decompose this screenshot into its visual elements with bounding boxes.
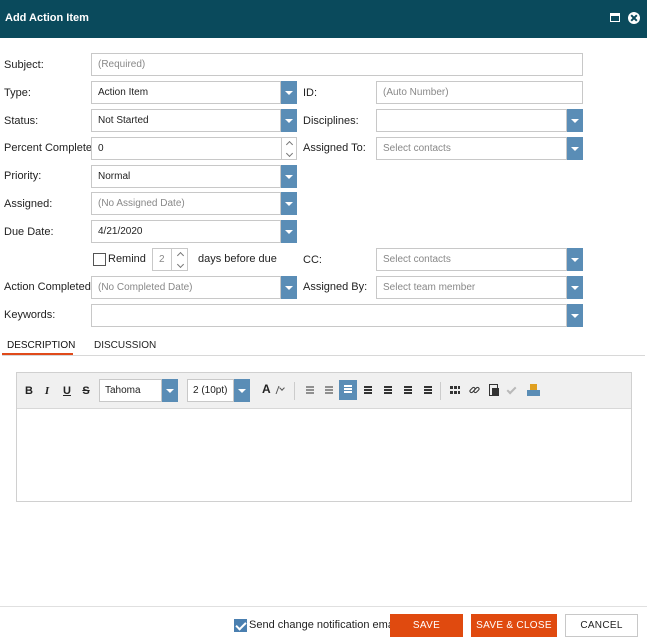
type-label: Type: [4,87,31,99]
tab-divider [2,355,645,356]
status-dropdown-button[interactable] [281,109,297,132]
italic-button[interactable]: I [40,383,54,399]
percent-complete-stepper[interactable] [281,138,296,159]
close-icon[interactable] [628,12,640,24]
outdent-icon[interactable] [421,383,435,397]
window-titlebar: Add Action Item [0,0,647,38]
save-button[interactable]: SAVE [390,614,463,637]
assigned-to-dropdown-button[interactable] [567,137,583,160]
underline-button[interactable]: U [60,383,74,399]
assigned-by-dropdown-button[interactable] [567,276,583,299]
notify-checkbox[interactable] [234,619,247,632]
toolbar-divider [294,382,295,400]
subject-label: Subject: [4,59,44,71]
action-completed-picker-button[interactable] [281,276,297,299]
editor-toolbar: B I U S Tahoma 2 (10pt) A [17,373,631,409]
action-completed-label: Action Completed: [4,281,94,293]
assigned-to-label: Assigned To: [303,142,366,154]
assigned-to-input[interactable]: Select contacts [376,137,567,160]
disciplines-dropdown-button[interactable] [567,109,583,132]
footer-divider [0,606,647,607]
type-select[interactable]: Action Item [91,81,281,104]
subject-input[interactable]: (Required) [91,53,583,76]
assigned-by-label: Assigned By: [303,281,368,293]
align-center-icon[interactable] [361,383,375,397]
disciplines-select[interactable] [376,109,567,132]
spellcheck-icon[interactable] [506,383,520,397]
remind-checkbox[interactable] [93,253,106,266]
font-family-select[interactable]: Tahoma [99,379,162,402]
priority-label: Priority: [4,170,42,182]
cc-label: CC: [303,254,322,266]
due-date-picker-button[interactable] [281,220,297,243]
table-icon[interactable] [448,383,462,397]
link-icon[interactable] [467,383,481,397]
toolbar-divider [440,382,441,400]
assigned-by-input[interactable]: Select team member [376,276,567,299]
priority-select[interactable]: Normal [91,165,281,188]
type-dropdown-button[interactable] [281,81,297,104]
assigned-date-input[interactable]: (No Assigned Date) [91,192,281,215]
tab-description[interactable]: DESCRIPTION [2,340,75,355]
keywords-label: Keywords: [4,309,56,321]
bold-button[interactable]: B [22,383,36,399]
percent-complete-label: Percent Complete: [4,142,96,154]
save-and-close-button[interactable]: SAVE & CLOSE [471,614,557,637]
id-input[interactable]: (Auto Number) [376,81,583,104]
assigned-date-picker-button[interactable] [281,192,297,215]
maximize-icon[interactable] [610,13,620,22]
priority-dropdown-button[interactable] [281,165,297,188]
percent-complete-input[interactable]: 0 [91,137,297,160]
editor-content-area[interactable] [17,409,631,501]
assigned-date-label: Assigned: [4,198,53,210]
window-title: Add Action Item [5,12,89,24]
cancel-button[interactable]: CANCEL [565,614,638,637]
bullet-list-icon[interactable] [303,383,317,397]
cc-input[interactable]: Select contacts [376,248,567,271]
keywords-input[interactable] [91,304,567,327]
align-right-icon[interactable] [381,383,395,397]
cc-dropdown-button[interactable] [567,248,583,271]
text-color-icon[interactable]: A [261,382,287,397]
id-label: ID: [303,87,318,99]
description-editor: B I U S Tahoma 2 (10pt) A [16,372,632,502]
due-date-label: Due Date: [4,226,54,238]
keywords-dropdown-button[interactable] [567,304,583,327]
insert-image-icon[interactable] [526,383,540,397]
status-label: Status: [4,115,39,127]
remind-days-suffix: days before due [198,253,277,265]
status-select[interactable]: Not Started [91,109,281,132]
indent-icon[interactable] [401,383,415,397]
font-size-select[interactable]: 2 (10pt) [187,379,234,402]
remind-label: Remind [108,253,146,265]
action-completed-input[interactable]: (No Completed Date) [91,276,281,299]
align-left-icon[interactable] [339,380,357,400]
notify-label: Send change notification email [249,619,399,631]
due-date-input[interactable]: 4/21/2020 [91,220,281,243]
remind-days-stepper[interactable] [171,249,187,270]
tab-discussion[interactable]: DISCUSSION [94,340,156,355]
font-size-dropdown-button[interactable] [234,379,250,402]
strikethrough-button[interactable]: S [79,383,93,399]
numbered-list-icon[interactable] [322,383,336,397]
font-family-dropdown-button[interactable] [162,379,178,402]
disciplines-label: Disciplines: [303,115,359,127]
paste-icon[interactable] [487,383,501,397]
